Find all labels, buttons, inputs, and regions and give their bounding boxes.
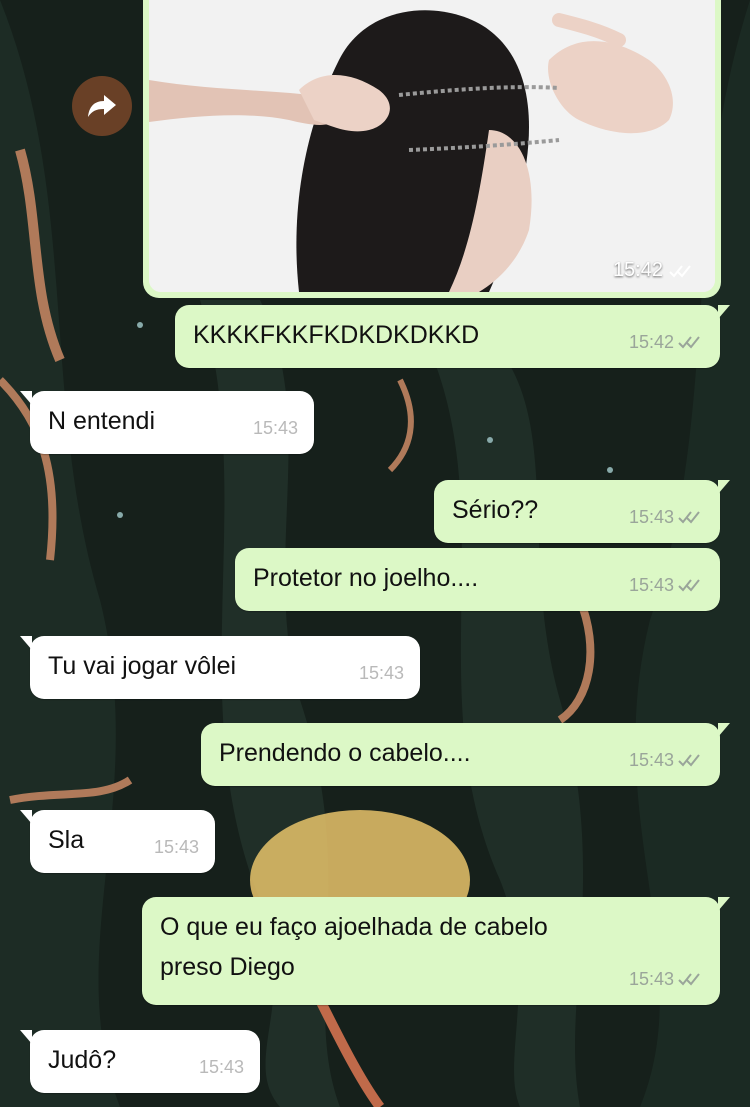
double-check-icon [669,264,691,277]
message-time: 15:43 [628,507,674,527]
message-bubble-incoming[interactable]: Tu vai jogar vôlei 15:43 [20,636,420,699]
message-bubble-outgoing[interactable]: Protetor no joelho.... 15:43 [235,548,720,611]
message-bubble-outgoing[interactable]: O que eu faço ajoelhada de cabelo preso … [142,897,730,1005]
message-text-line-1: O que eu faço ajoelhada de cabelo [160,913,548,941]
message-bubble-incoming[interactable]: Judô? 15:43 [20,1030,260,1093]
message-photo[interactable] [149,0,715,292]
message-time: 15:43 [252,418,298,438]
message-text: Prendendo o cabelo.... [219,739,471,767]
message-text: Sério?? [452,496,539,524]
message-text: Judô? [48,1046,117,1074]
message-text-line-2: preso Diego [160,953,295,981]
double-check-icon [678,336,700,349]
message-text: Tu vai jogar vôlei [48,652,237,680]
message-meta: 15:43 [629,963,704,995]
message-time: 15:42 [612,259,663,281]
message-bubble-incoming[interactable]: N entendi 15:43 [20,391,314,454]
double-check-icon [678,754,700,767]
message-text: Sla [48,826,85,854]
message-bubble-outgoing[interactable]: Sério?? 15:43 [434,480,730,543]
message-bubble-incoming[interactable]: Sla 15:43 [20,810,215,873]
photo-of-hair-tying [149,0,715,292]
message-meta: 15:43 [199,1051,244,1083]
message-time: 15:43 [358,663,404,683]
message-time: 15:42 [628,332,674,352]
message-meta: 15:43 [629,569,704,601]
image-message-meta: 15:42 [613,259,695,282]
image-message[interactable]: 15:42 [143,0,721,298]
chat-conversation: 15:42 KKKKFKKFKDKDKDKKD 15:42 N entendi … [0,0,750,1107]
double-check-icon [678,511,700,524]
message-time: 15:43 [628,969,674,989]
message-bubble-outgoing[interactable]: KKKKFKKFKDKDKDKKD 15:42 [175,305,730,368]
message-time: 15:43 [628,750,674,770]
message-text: KKKKFKKFKDKDKDKKD [193,321,480,349]
message-time: 15:43 [628,575,674,595]
message-bubble-outgoing[interactable]: Prendendo o cabelo.... 15:43 [201,723,730,786]
message-meta: 15:42 [629,326,704,358]
message-meta: 15:43 [629,744,704,776]
forward-arrow-icon [88,95,116,117]
message-meta: 15:43 [629,501,704,533]
message-text: Protetor no joelho.... [253,564,479,592]
forward-button[interactable] [72,76,132,136]
message-meta: 15:43 [253,412,298,444]
message-meta: 15:43 [154,831,199,863]
message-time: 15:43 [198,1057,244,1077]
double-check-icon [678,973,700,986]
message-time: 15:43 [153,837,199,857]
message-text: N entendi [48,407,156,435]
message-meta: 15:43 [359,657,404,689]
double-check-icon [678,579,700,592]
